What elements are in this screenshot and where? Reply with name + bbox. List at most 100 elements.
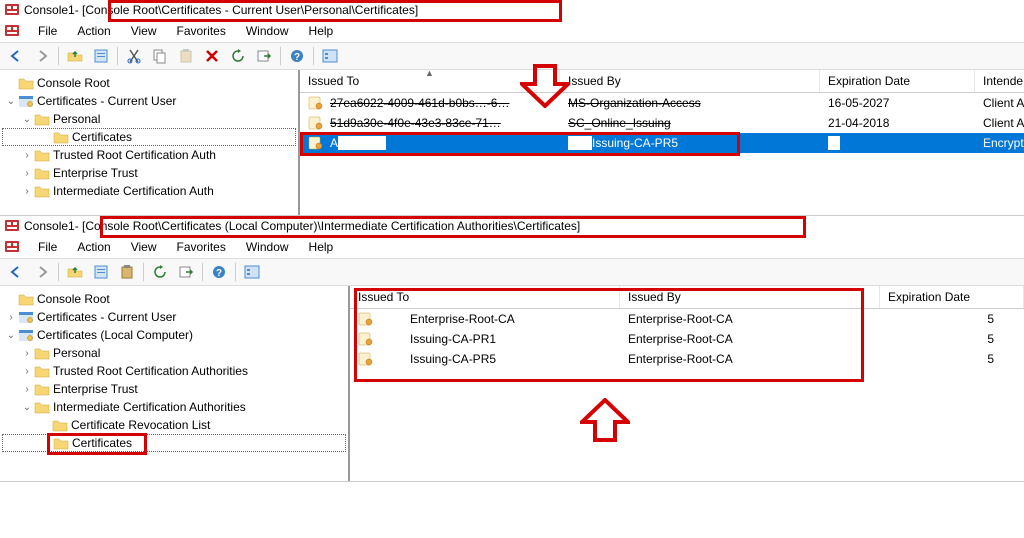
help-button[interactable] [285, 45, 309, 67]
tree-label: Certificates - Current User [37, 94, 176, 108]
tree-console-root[interactable]: Console Root [2, 74, 296, 92]
tree-cert-current-user[interactable]: › Certificates - Current User [2, 308, 346, 326]
refresh-button[interactable] [226, 45, 250, 67]
chevron-right-icon[interactable]: › [20, 366, 34, 377]
nav-back-button[interactable] [4, 261, 28, 283]
menu-file[interactable]: File [28, 238, 67, 256]
col-issued-by[interactable]: Issued By [620, 286, 880, 308]
tree-label: Certificates (Local Computer) [37, 328, 193, 342]
menu-window[interactable]: Window [236, 238, 299, 256]
cert-row[interactable]: Issuing-CA-PR1 Enterprise-Root-CA 5 [350, 329, 1024, 349]
list-view-button[interactable] [318, 45, 342, 67]
menu-action[interactable]: Action [67, 22, 120, 40]
cert-icon [308, 96, 324, 110]
tree-label: Enterprise Trust [53, 166, 138, 180]
tree-personal[interactable]: › Personal [2, 344, 346, 362]
nav-back-button[interactable] [4, 45, 28, 67]
mmc-doc-icon [4, 23, 20, 39]
mmc-window-local-certs: Console1 - [Console Root\Certificates (L… [0, 216, 1024, 482]
cert-row[interactable]: 27ea6022-4009-461d-b0bs…-6… MS-Organizat… [300, 93, 1024, 113]
tree-intermediate-ca[interactable]: › Intermediate Certification Auth [2, 182, 296, 200]
menubar: File Action View Favorites Window Help [0, 236, 1024, 258]
chevron-down-icon[interactable]: ⌄ [20, 402, 34, 413]
menu-favorites[interactable]: Favorites [167, 238, 236, 256]
col-issued-by[interactable]: Issued By [560, 70, 820, 92]
export-button[interactable] [174, 261, 198, 283]
list-header: Issued To Issued By Expiration Date [350, 286, 1024, 309]
window-title-path: - [Console Root\Certificates - Current U… [75, 3, 418, 17]
up-button[interactable] [63, 45, 87, 67]
menu-help[interactable]: Help [299, 238, 344, 256]
sort-asc-icon: ▲ [425, 68, 434, 78]
toolbar [0, 42, 1024, 70]
chevron-down-icon[interactable]: ⌄ [4, 330, 18, 341]
cert-icon [358, 352, 374, 366]
col-issued-to[interactable]: Issued To [350, 286, 620, 308]
paste-button[interactable] [174, 45, 198, 67]
list-view-button[interactable] [240, 261, 264, 283]
help-button[interactable] [207, 261, 231, 283]
chevron-right-icon[interactable]: › [20, 384, 34, 395]
chevron-right-icon[interactable]: › [20, 168, 34, 179]
chevron-right-icon[interactable]: › [20, 150, 34, 161]
chevron-down-icon[interactable]: ⌄ [20, 114, 34, 125]
chevron-right-icon[interactable]: › [20, 186, 34, 197]
menu-help[interactable]: Help [299, 22, 344, 40]
tree-label: Certificates [72, 436, 132, 450]
mmc-app-icon [4, 218, 20, 234]
col-expiration[interactable]: Expiration Date [820, 70, 975, 92]
tree-personal[interactable]: ⌄ Personal [2, 110, 296, 128]
properties-button[interactable] [89, 45, 113, 67]
delete-button[interactable] [200, 45, 224, 67]
folder-icon [34, 166, 50, 180]
tree-personal-certificates[interactable]: Certificates [2, 128, 296, 146]
menu-action[interactable]: Action [67, 238, 120, 256]
tree-trusted-root[interactable]: › Trusted Root Certification Authorities [2, 362, 346, 380]
cert-list-pane: Issued To ▲ Issued By Expiration Date In… [300, 70, 1024, 215]
tree-cert-local-computer[interactable]: ⌄ Certificates (Local Computer) [2, 326, 346, 344]
properties-button[interactable] [89, 261, 113, 283]
chevron-right-icon[interactable]: › [4, 312, 18, 323]
tree-label: Certificates - Current User [37, 310, 176, 324]
titlebar: Console1 - [Console Root\Certificates (L… [0, 216, 1024, 236]
tree-label: Personal [53, 112, 100, 126]
tree-pane[interactable]: Console Root › Certificates - Current Us… [0, 286, 350, 481]
tree-label: Console Root [37, 292, 110, 306]
tree-intermediate-certificates[interactable]: Certificates [2, 434, 346, 452]
copy-button[interactable] [148, 45, 172, 67]
menu-view[interactable]: View [121, 238, 167, 256]
cert-row[interactable]: 51d9a30e-4f0e-43e3-83ce-71… SC_Online_Is… [300, 113, 1024, 133]
nav-forward-button[interactable] [30, 261, 54, 283]
col-expiration[interactable]: Expiration Date [880, 286, 1024, 308]
cert-icon [358, 312, 374, 326]
tree-label: Certificate Revocation List [71, 418, 210, 432]
tree-crl[interactable]: Certificate Revocation List [2, 416, 346, 434]
chevron-down-icon[interactable]: ⌄ [4, 96, 18, 107]
tree-enterprise-trust[interactable]: › Enterprise Trust [2, 164, 296, 182]
tree-pane[interactable]: Console Root ⌄ Certificates - Current Us… [0, 70, 300, 215]
export-button[interactable] [252, 45, 276, 67]
tree-trusted-root[interactable]: › Trusted Root Certification Auth [2, 146, 296, 164]
chevron-right-icon[interactable]: › [20, 348, 34, 359]
menu-file[interactable]: File [28, 22, 67, 40]
tree-enterprise-trust[interactable]: › Enterprise Trust [2, 380, 346, 398]
tree-label: Intermediate Certification Auth [53, 184, 214, 198]
clipboard-button[interactable] [115, 261, 139, 283]
cert-row-selected[interactable]: Axxxxxxxx xxxxIssuing-CA-PR5 xx Encrypt [300, 133, 1024, 153]
tree-console-root[interactable]: Console Root [2, 290, 346, 308]
tree-cert-current-user[interactable]: ⌄ Certificates - Current User [2, 92, 296, 110]
nav-forward-button[interactable] [30, 45, 54, 67]
cert-row[interactable]: Issuing-CA-PR5 Enterprise-Root-CA 5 [350, 349, 1024, 369]
up-button[interactable] [63, 261, 87, 283]
cert-row[interactable]: Enterprise-Root-CA Enterprise-Root-CA 5 [350, 309, 1024, 329]
tree-label: Console Root [37, 76, 110, 90]
certstore-icon [18, 94, 34, 108]
cut-button[interactable] [122, 45, 146, 67]
tree-intermediate-ca[interactable]: ⌄ Intermediate Certification Authorities [2, 398, 346, 416]
refresh-button[interactable] [148, 261, 172, 283]
menu-view[interactable]: View [121, 22, 167, 40]
menu-favorites[interactable]: Favorites [167, 22, 236, 40]
tree-label: Enterprise Trust [53, 382, 138, 396]
menu-window[interactable]: Window [236, 22, 299, 40]
col-intended[interactable]: Intende [975, 70, 1024, 92]
